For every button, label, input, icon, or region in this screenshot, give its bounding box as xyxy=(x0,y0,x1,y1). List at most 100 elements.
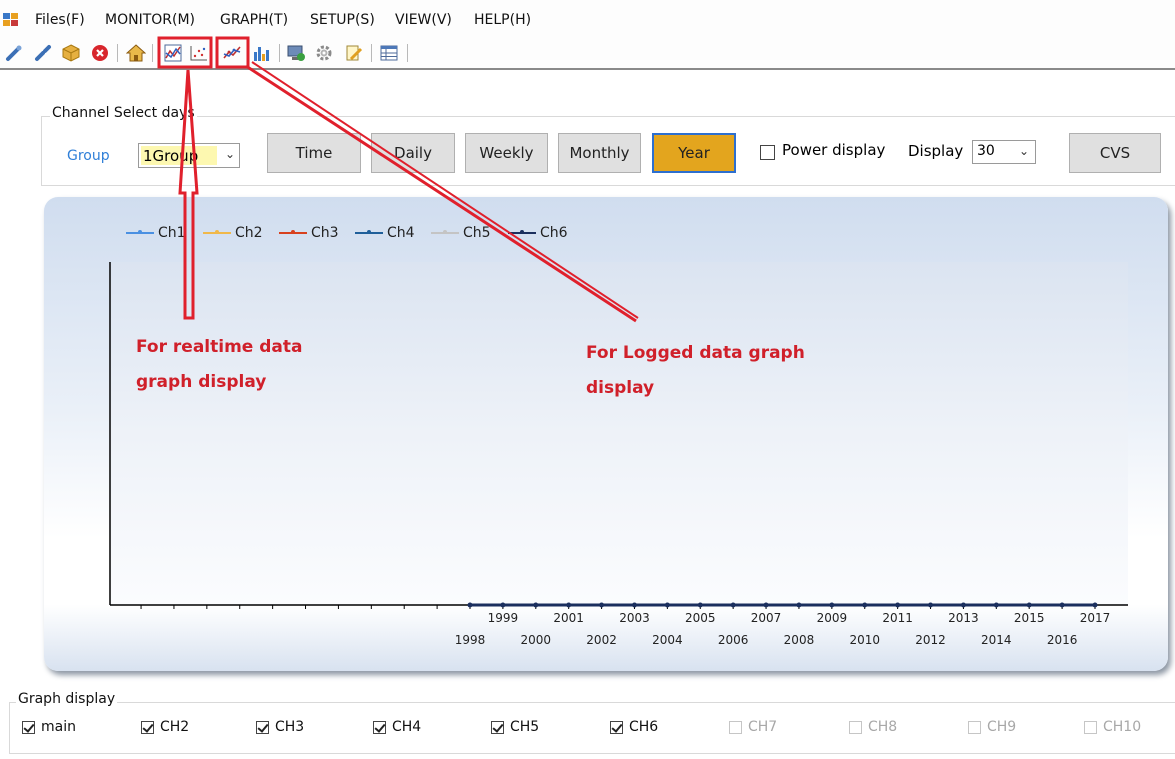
menu-setup[interactable]: SETUP(S) xyxy=(310,12,375,28)
legend-swatch xyxy=(126,230,154,234)
legend-label: Ch2 xyxy=(235,225,263,241)
legend-item-ch5: Ch5 xyxy=(431,225,491,241)
checkbox-box[interactable] xyxy=(610,720,623,734)
disconnect-icon[interactable] xyxy=(32,42,54,64)
checkbox-label: CH6 xyxy=(629,719,659,735)
app-icon xyxy=(3,13,18,26)
checkbox-box[interactable] xyxy=(256,720,269,734)
menu-bar: Files(F) MONITOR(M) GRAPH(T) SETUP(S) VI… xyxy=(0,0,1175,38)
toolbar xyxy=(0,38,1175,70)
graph-display-legend: Graph display xyxy=(16,691,118,707)
checkbox-box[interactable] xyxy=(491,720,504,734)
checkbox-label: CH2 xyxy=(160,719,190,735)
plot-area xyxy=(110,262,1128,605)
bar-chart-icon[interactable] xyxy=(250,42,272,64)
graph-display-checkbox-ch7: CH7 xyxy=(729,719,777,735)
checkbox-label: CH8 xyxy=(868,719,898,735)
connect-icon[interactable] xyxy=(3,42,25,64)
logged-graph-icon[interactable] xyxy=(221,42,243,64)
display-select-value: 30 xyxy=(977,143,995,159)
graph-display-checkbox-ch8: CH8 xyxy=(849,719,897,735)
legend-label: Ch6 xyxy=(540,225,568,241)
graph-display-checkbox-ch6[interactable]: CH6 xyxy=(610,719,658,735)
home-icon[interactable] xyxy=(125,42,147,64)
legend-item-ch1: Ch1 xyxy=(126,225,186,241)
checkbox-box xyxy=(1084,720,1097,734)
logged-annotation: For Logged data graph display xyxy=(586,336,805,406)
legend-label: Ch4 xyxy=(387,225,415,241)
legend-label: Ch1 xyxy=(158,225,186,241)
group-select-value: 1Group xyxy=(141,146,217,165)
daily-button[interactable]: Daily xyxy=(371,133,455,173)
legend-swatch xyxy=(279,230,307,234)
menu-graph[interactable]: GRAPH(T) xyxy=(220,12,288,28)
toolbar-separator xyxy=(407,44,408,62)
chevron-down-icon: ⌄ xyxy=(224,147,235,161)
menu-view[interactable]: VIEW(V) xyxy=(395,12,452,28)
realtime-graph-icon[interactable] xyxy=(162,42,184,64)
settings-gear-icon[interactable] xyxy=(313,42,335,64)
display-label: Display xyxy=(908,142,964,160)
legend-label: Ch5 xyxy=(463,225,491,241)
toolbar-separator xyxy=(117,44,118,62)
menu-files[interactable]: Files(F) xyxy=(35,12,85,28)
graph-display-checkbox-ch3[interactable]: CH3 xyxy=(256,719,304,735)
checkbox-label: main xyxy=(41,719,76,735)
checkbox-label: CH4 xyxy=(392,719,422,735)
checkbox-box[interactable] xyxy=(373,720,386,734)
checkbox-box[interactable] xyxy=(22,720,35,734)
checkbox-label: CH9 xyxy=(987,719,1017,735)
legend-item-ch4: Ch4 xyxy=(355,225,415,241)
toolbar-separator xyxy=(152,44,153,62)
display-select[interactable]: 30 ⌄ xyxy=(972,140,1036,164)
legend-swatch xyxy=(355,230,383,234)
legend-item-ch3: Ch3 xyxy=(279,225,339,241)
checkbox-label: CH5 xyxy=(510,719,540,735)
group-select[interactable]: 1Group ⌄ xyxy=(138,143,240,168)
menu-monitor[interactable]: MONITOR(M) xyxy=(105,12,195,28)
monitor-export-icon[interactable] xyxy=(285,42,307,64)
logged-annotation-line1: For Logged data graph xyxy=(586,343,805,363)
checkbox-box[interactable] xyxy=(141,720,154,734)
checkbox-box xyxy=(849,720,862,734)
checkbox-box xyxy=(968,720,981,734)
weekly-button[interactable]: Weekly xyxy=(465,133,548,173)
legend-item-ch6: Ch6 xyxy=(508,225,568,241)
package-icon[interactable] xyxy=(60,42,82,64)
power-display-label: Power display xyxy=(782,141,886,159)
monthly-button[interactable]: Monthly xyxy=(558,133,641,173)
graph-display-checkbox-ch5[interactable]: CH5 xyxy=(491,719,539,735)
channel-select-legend: Channel Select days xyxy=(50,105,197,121)
cvs-button[interactable]: CVS xyxy=(1069,133,1161,173)
time-button[interactable]: Time xyxy=(267,133,361,173)
edit-icon[interactable] xyxy=(343,42,365,64)
table-icon[interactable] xyxy=(378,42,400,64)
group-label: Group xyxy=(67,148,110,164)
chevron-down-icon: ⌄ xyxy=(1018,144,1029,158)
toolbar-separator xyxy=(371,44,372,62)
graph-display-checkbox-ch2[interactable]: CH2 xyxy=(141,719,189,735)
checkbox-label: CH7 xyxy=(748,719,778,735)
realtime-annotation-line2: graph display xyxy=(136,372,267,392)
stop-icon[interactable] xyxy=(89,42,111,64)
year-button[interactable]: Year xyxy=(652,133,736,173)
checkbox-box xyxy=(729,720,742,734)
power-display-checkbox[interactable] xyxy=(760,145,775,160)
legend-swatch xyxy=(431,230,459,234)
legend-label: Ch3 xyxy=(311,225,339,241)
graph-display-checkbox-ch4[interactable]: CH4 xyxy=(373,719,421,735)
legend-item-ch2: Ch2 xyxy=(203,225,263,241)
checkbox-label: CH3 xyxy=(275,719,305,735)
toolbar-separator xyxy=(279,44,280,62)
graph-display-checkbox-ch9: CH9 xyxy=(968,719,1016,735)
checkbox-label: CH10 xyxy=(1103,719,1142,735)
graph-display-checkbox-ch10: CH10 xyxy=(1084,719,1141,735)
legend-swatch xyxy=(203,230,231,234)
realtime-annotation: For realtime data graph display xyxy=(136,330,302,400)
realtime-scatter-icon[interactable] xyxy=(188,42,210,64)
realtime-annotation-line1: For realtime data xyxy=(136,337,303,357)
menu-help[interactable]: HELP(H) xyxy=(474,12,531,28)
graph-display-checkbox-main[interactable]: main xyxy=(22,719,76,735)
legend-swatch xyxy=(508,230,536,234)
logged-annotation-line2: display xyxy=(586,378,655,398)
